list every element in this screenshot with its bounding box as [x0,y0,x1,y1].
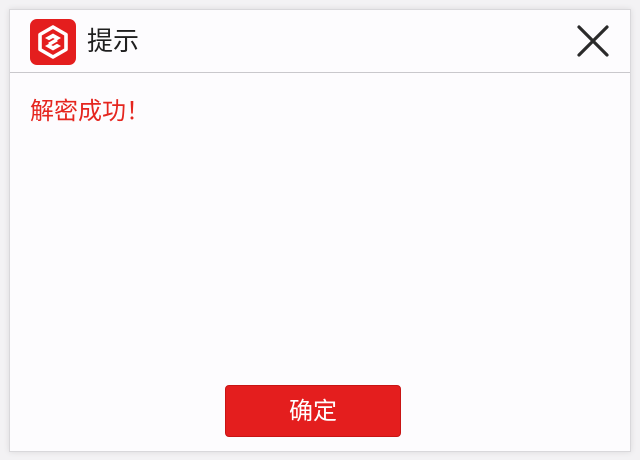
confirm-button[interactable]: 确定 [225,385,401,437]
dialog-message: 解密成功！ [30,97,150,125]
close-icon [577,25,609,57]
dialog-titlebar: 提示 [10,10,630,73]
dialog-title: 提示 [87,27,140,57]
app-logo-icon [30,19,76,65]
alert-dialog: 提示 解密成功！ 确定 [9,9,631,452]
close-button[interactable] [576,24,610,58]
